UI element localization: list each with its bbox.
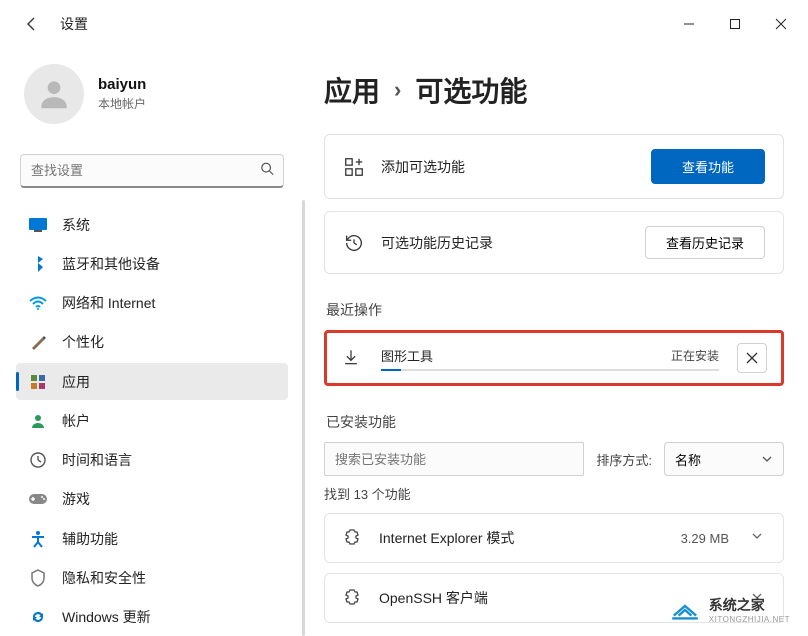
- close-window-button[interactable]: [758, 8, 804, 40]
- user-sub: 本地帐户: [98, 95, 146, 112]
- add-feature-icon: [343, 156, 365, 178]
- sidebar-item-apps[interactable]: 应用: [16, 363, 288, 400]
- history-card: 可选功能历史记录 查看历史记录: [324, 211, 784, 274]
- installed-search-input[interactable]: [324, 442, 584, 476]
- add-feature-label: 添加可选功能: [381, 157, 635, 177]
- gaming-icon: [28, 489, 48, 509]
- sidebar-item-privacy[interactable]: 隐私和安全性: [16, 559, 288, 596]
- cancel-install-button[interactable]: [737, 343, 767, 373]
- sidebar-item-label: 应用: [62, 372, 90, 392]
- sidebar-item-accessibility[interactable]: 辅助功能: [16, 520, 288, 557]
- chevron-down-icon: [761, 453, 773, 465]
- app-title: 设置: [60, 14, 88, 34]
- page-title: 可选功能: [415, 70, 527, 110]
- sort-value: 名称: [675, 450, 701, 469]
- personalization-icon: [28, 332, 48, 352]
- sidebar-item-gaming[interactable]: 游戏: [16, 481, 288, 518]
- installed-section-label: 已安装功能: [326, 412, 784, 432]
- feature-icon: [343, 528, 363, 548]
- back-button[interactable]: [12, 4, 52, 44]
- user-name: baiyun: [98, 76, 146, 93]
- bluetooth-icon: [28, 254, 48, 274]
- sidebar-item-label: 网络和 Internet: [62, 293, 155, 313]
- maximize-button[interactable]: [712, 8, 758, 40]
- apps-icon: [28, 372, 48, 392]
- sort-dropdown[interactable]: 名称: [664, 442, 784, 476]
- network-icon: [28, 293, 48, 313]
- sidebar-item-label: 时间和语言: [62, 450, 132, 470]
- install-progress: [381, 369, 719, 371]
- feature-size: 3.29 MB: [681, 531, 729, 546]
- breadcrumb: 应用 › 可选功能: [324, 70, 784, 110]
- search-icon: [260, 162, 274, 181]
- breadcrumb-parent[interactable]: 应用: [324, 70, 380, 110]
- sidebar-item-bluetooth[interactable]: 蓝牙和其他设备: [16, 245, 288, 282]
- sidebar-item-label: 辅助功能: [62, 529, 118, 549]
- feature-item[interactable]: Internet Explorer 模式 3.29 MB: [324, 513, 784, 563]
- sidebar-item-label: 个性化: [62, 332, 104, 352]
- time-icon: [28, 450, 48, 470]
- minimize-button[interactable]: [666, 8, 712, 40]
- user-block[interactable]: baiyun 本地帐户: [16, 48, 288, 148]
- avatar: [24, 64, 84, 124]
- sidebar-item-time[interactable]: 时间和语言: [16, 442, 288, 479]
- feature-name: Internet Explorer 模式: [379, 528, 665, 548]
- sidebar-item-label: 系统: [62, 215, 90, 235]
- watermark-title: 系统之家: [709, 595, 790, 615]
- sidebar-item-accounts[interactable]: 帐户: [16, 402, 288, 439]
- recent-item-name: 图形工具: [381, 346, 433, 365]
- found-count: 找到 13 个功能: [324, 484, 784, 503]
- feature-icon: [343, 588, 363, 608]
- sidebar-item-label: 蓝牙和其他设备: [62, 254, 160, 274]
- sidebar-item-update[interactable]: Windows 更新: [16, 599, 288, 636]
- history-icon: [343, 232, 365, 254]
- recent-item-status: 正在安装: [671, 347, 719, 364]
- feature-name: OpenSSH 客户端: [379, 588, 713, 608]
- sidebar-item-network[interactable]: 网络和 Internet: [16, 285, 288, 322]
- add-feature-card: 添加可选功能 查看功能: [324, 134, 784, 199]
- download-icon: [341, 347, 363, 369]
- history-label: 可选功能历史记录: [381, 233, 629, 253]
- system-icon: [28, 215, 48, 235]
- sidebar-item-label: 帐户: [62, 411, 90, 431]
- sidebar-item-system[interactable]: 系统: [16, 206, 288, 243]
- sidebar-item-personalization[interactable]: 个性化: [16, 324, 288, 361]
- view-history-button[interactable]: 查看历史记录: [645, 226, 765, 259]
- search-input[interactable]: [20, 154, 284, 188]
- watermark-sub: XITONGZHIJIA.NET: [709, 615, 790, 624]
- watermark-icon: [669, 598, 701, 622]
- chevron-down-icon: [751, 529, 765, 547]
- sidebar-item-label: 游戏: [62, 489, 90, 509]
- recent-install-item: 图形工具 正在安装: [324, 330, 784, 386]
- accessibility-icon: [28, 529, 48, 549]
- update-icon: [28, 607, 48, 627]
- view-features-button[interactable]: 查看功能: [651, 149, 765, 184]
- sidebar-item-label: Windows 更新: [62, 607, 151, 627]
- watermark: 系统之家 XITONGZHIJIA.NET: [669, 595, 790, 624]
- privacy-icon: [28, 568, 48, 588]
- sidebar-item-label: 隐私和安全性: [62, 568, 146, 588]
- recent-section-label: 最近操作: [326, 300, 784, 320]
- accounts-icon: [28, 411, 48, 431]
- breadcrumb-separator: ›: [394, 77, 401, 103]
- sort-label: 排序方式:: [596, 450, 652, 469]
